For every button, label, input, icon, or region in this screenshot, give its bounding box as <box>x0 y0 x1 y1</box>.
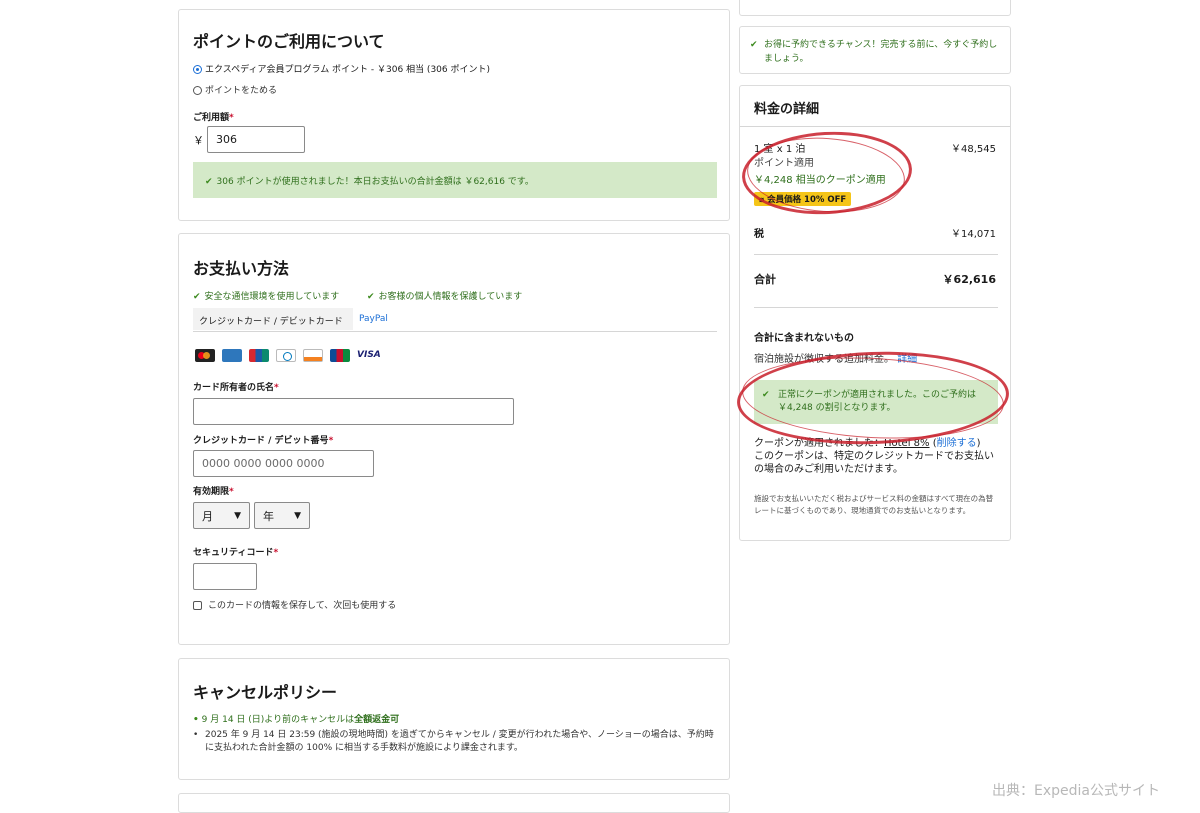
total-label: 合計 <box>754 273 776 286</box>
tab-divider <box>193 331 717 332</box>
check-icon: ✔ <box>205 177 213 187</box>
cvv-label: セキュリティコード* <box>193 548 279 558</box>
card-number-input[interactable]: 0000 0000 0000 0000 <box>193 450 374 477</box>
total-divider <box>754 307 998 308</box>
tax-value: ￥14,071 <box>951 229 996 240</box>
tab-paypal[interactable]: PayPal <box>359 314 388 324</box>
points-success-banner: ✔ 306 ポイントが使用されました！本日お支払いの合計金額は ￥62,616 で… <box>193 162 717 198</box>
booking-chance-card: ✔ お得に予約できるチャンス！完売する前に、今すぐ予約しましょう。 <box>739 26 1011 74</box>
diners-icon <box>276 349 296 362</box>
points-option-earn[interactable]: ポイントをためる <box>193 83 277 96</box>
cardholder-name-label: カード所有者の氏名* <box>193 383 279 393</box>
expiry-month-select[interactable]: 月 ▼ <box>193 502 250 529</box>
cancel-policy-card: キャンセルポリシー • 9 月 14 日 (日)より前のキャンセルは全額返金可 … <box>178 658 730 780</box>
expiry-year-select[interactable]: 年 ▼ <box>254 502 310 529</box>
save-card-option[interactable]: このカードの情報を保存して、次回も使用する <box>193 598 396 611</box>
expiry-label: 有効期限* <box>193 487 234 497</box>
amex-icon <box>222 349 242 362</box>
fine-print: 施設でお支払いいただく税およびサービス料の金額はすべて現在の為替レートに基づくも… <box>754 494 994 515</box>
points-amount-input[interactable]: 306 <box>207 126 305 153</box>
privacy-note: ✔ お客様の個人情報を保護しています <box>367 292 523 302</box>
cancel-policy-item: • 9 月 14 日 (日)より前のキャンセルは全額返金可 <box>193 715 400 725</box>
check-icon: ✔ <box>193 292 201 302</box>
next-card-edge <box>178 793 730 813</box>
cvv-input[interactable] <box>193 563 257 590</box>
tab-credit-card[interactable]: クレジットカード / デビットカード <box>193 308 353 330</box>
chevron-down-icon: ▼ <box>234 510 241 521</box>
unionpay-icon <box>249 349 269 362</box>
mastercard-icon <box>195 349 215 362</box>
title-divider <box>740 126 1010 127</box>
secure-connection-note: ✔ 安全な通信環境を使用しています <box>193 292 340 302</box>
points-title: ポイントのご利用について <box>193 32 385 51</box>
points-card: ポイントのご利用について エクスペディア会員プログラム ポイント - ￥306 … <box>178 9 730 221</box>
price-details-title: 料金の詳細 <box>754 102 820 117</box>
source-credit: 出典：Expedia公式サイト <box>992 783 1160 799</box>
booking-chance-message: ✔ お得に予約できるチャンス！完売する前に、今すぐ予約しましょう。 <box>750 40 998 64</box>
remove-coupon-link[interactable]: 削除する <box>937 438 977 449</box>
amount-label: ご利用額* <box>193 113 234 123</box>
radio-earn-points[interactable] <box>193 86 202 95</box>
chevron-down-icon: ▼ <box>294 510 301 521</box>
payment-title: お支払い方法 <box>193 259 290 278</box>
top-card-edge <box>739 0 1011 16</box>
discover-icon <box>303 349 323 362</box>
not-included-title: 合計に含まれないもの <box>754 333 854 344</box>
save-card-checkbox[interactable] <box>193 601 202 610</box>
cardholder-name-input[interactable] <box>193 398 514 425</box>
coupon-note: このクーポンは、特定のクレジットカードでお支払いの場合のみご利用いただけます。 <box>754 451 994 475</box>
cancel-policy-item: • 2025 年 9 月 14 日 23:59 (施設の現地時間) を過ぎてから… <box>193 730 714 753</box>
jcb-icon <box>330 349 350 362</box>
points-option-use[interactable]: エクスペディア会員プログラム ポイント - ￥306 相当 (306 ポイント) <box>193 62 490 75</box>
visa-icon: VISA <box>357 350 381 360</box>
card-number-label: クレジットカード / デビット番号* <box>193 436 334 446</box>
radio-use-points[interactable] <box>193 65 202 74</box>
check-icon: ✔ <box>750 40 758 50</box>
cancel-policy-title: キャンセルポリシー <box>193 683 338 702</box>
payment-card: お支払い方法 ✔ 安全な通信環境を使用しています ✔ お客様の個人情報を保護していま… <box>178 233 730 645</box>
check-icon: ✔ <box>367 292 375 302</box>
tax-label: 税 <box>754 229 764 240</box>
currency-symbol: ￥ <box>193 134 204 147</box>
tax-divider <box>754 254 998 255</box>
room-price: ￥48,545 <box>951 144 996 155</box>
total-value: ￥62,616 <box>942 273 996 286</box>
